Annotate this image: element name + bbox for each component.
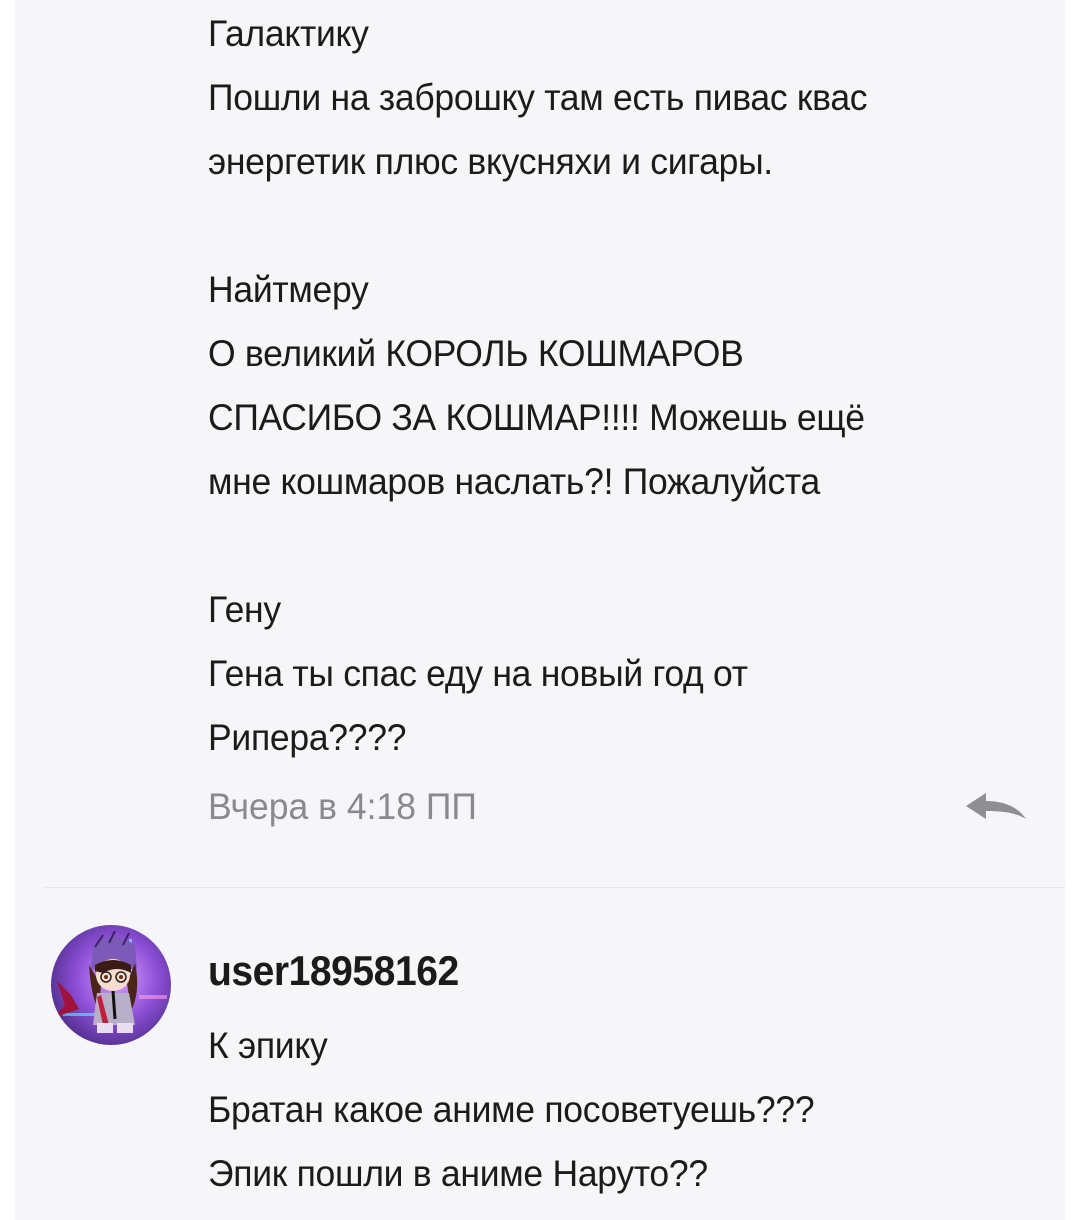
comment-line: К эпику: [208, 1025, 328, 1066]
comment-line: Найтмеру: [208, 269, 369, 310]
comment-line: энергетик плюс вкусняхи и сигары.: [208, 141, 773, 182]
comment-line: О великий КОРОЛЬ КОШМАРОВ: [208, 333, 744, 374]
comment-line: Пошли на заброшку там есть пивас квас: [208, 77, 868, 118]
comment-author-username[interactable]: user18958162: [208, 944, 459, 998]
comment-line: Гену: [208, 589, 281, 630]
comment-line: Братан какое аниме посоветуешь???: [208, 1089, 815, 1130]
reply-button[interactable]: [962, 787, 1030, 827]
comment-line: Эпик пошли в аниме Наруто??: [208, 1153, 708, 1194]
comment-divider: [45, 887, 1065, 888]
comment-line: Гена ты спас еду на новый год от: [208, 653, 748, 694]
anime-character-avatar-icon: [51, 925, 171, 1045]
comment-line: СПАСИБО ЗА КОШМАР!!!! Можешь ещё: [208, 397, 865, 438]
comment-body: К эпику Братан какое аниме посоветуешь??…: [208, 1014, 1014, 1206]
comment-blank-line: [208, 194, 1014, 258]
comment-blank-line: [208, 514, 1014, 578]
comment-timestamp: Вчера в 4:18 ПП: [208, 786, 477, 827]
comment-line: Галактику: [208, 13, 369, 54]
comments-page: Галактику Пошли на заброшку там есть пив…: [0, 0, 1080, 1220]
comment-body: Галактику Пошли на заброшку там есть пив…: [208, 2, 1014, 770]
avatar[interactable]: [51, 925, 171, 1045]
comment-line: Рипера????: [208, 717, 407, 758]
reply-arrow-icon: [966, 793, 1026, 819]
comment-line: мне кошмаров наслать?! Пожалуйста: [208, 461, 820, 502]
